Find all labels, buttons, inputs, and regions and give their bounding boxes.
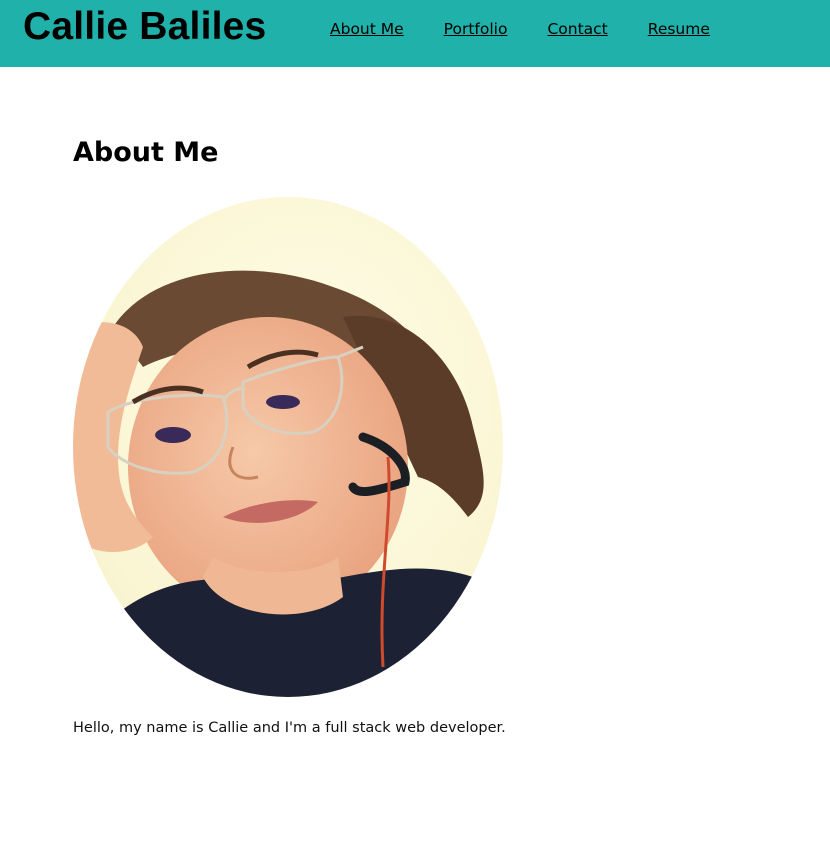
main-nav: About Me Portfolio Contact Resume — [330, 19, 750, 39]
profile-photo-illustration — [73, 197, 503, 697]
profile-photo — [73, 197, 503, 697]
site-header: Callie Baliles About Me Portfolio Contac… — [0, 0, 830, 67]
site-title: Callie Baliles — [23, 5, 267, 48]
about-me-heading: About Me — [73, 137, 219, 168]
nav-link-resume[interactable]: Resume — [648, 19, 710, 39]
nav-link-portfolio[interactable]: Portfolio — [444, 19, 508, 39]
nav-link-about-me[interactable]: About Me — [330, 19, 404, 39]
intro-paragraph: Hello, my name is Callie and I'm a full … — [73, 720, 506, 736]
nav-link-contact[interactable]: Contact — [547, 19, 607, 39]
